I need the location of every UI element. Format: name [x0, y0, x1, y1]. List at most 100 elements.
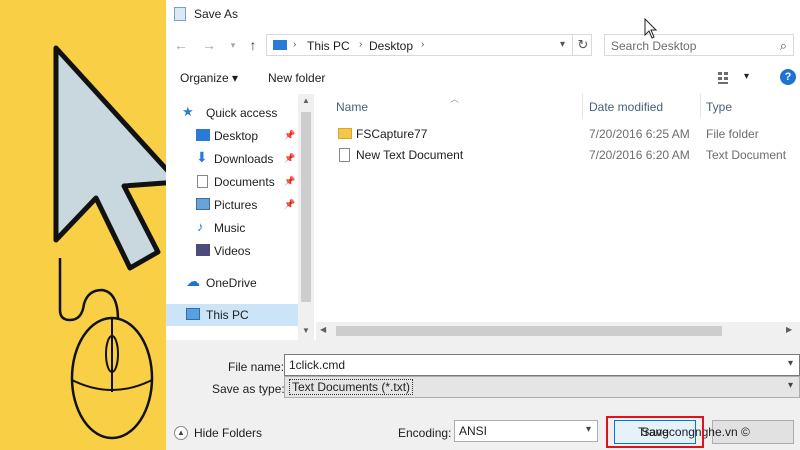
search-placeholder: Search Desktop	[611, 39, 697, 53]
save-as-dialog: Save As ← → ▾ ↑ › This PC › Desktop › ▾ …	[166, 0, 800, 450]
column-header-name[interactable]: Name	[336, 100, 368, 114]
title-bar: Save As	[166, 0, 800, 28]
nav-item-label: Videos	[214, 244, 251, 258]
arrow-left-icon: ←	[174, 37, 188, 53]
file-name-value: 1click.cmd	[289, 358, 346, 372]
help-icon[interactable]: ?	[780, 69, 796, 85]
decorative-panel	[0, 0, 166, 450]
chevron-up-icon: ▲	[174, 426, 188, 440]
videos-icon	[196, 244, 210, 256]
star-icon: ★	[182, 104, 194, 119]
nav-item-label: Pictures	[214, 198, 258, 212]
chevron-down-icon[interactable]: ▾	[788, 358, 793, 369]
file-row[interactable]: New Text Document 7/20/2016 6:20 AM Text…	[332, 145, 792, 165]
arrow-right-icon: →	[202, 37, 216, 53]
encoding-label: Encoding:	[398, 426, 452, 440]
nav-item-label: OneDrive	[206, 276, 257, 290]
file-type: File folder	[706, 127, 759, 141]
nav-item-desktop[interactable]: Desktop 📌	[166, 125, 312, 147]
documents-icon	[197, 175, 208, 188]
pictures-icon	[196, 198, 210, 210]
scroll-left-icon[interactable]: ◀	[320, 325, 326, 334]
search-input[interactable]: Search Desktop ⌕	[604, 34, 794, 56]
search-icon: ⌕	[779, 38, 787, 53]
computer-icon	[273, 40, 287, 50]
column-header-type[interactable]: Type	[706, 100, 732, 114]
scrollbar-thumb[interactable]	[301, 112, 311, 302]
hide-folders-label: Hide Folders	[194, 426, 263, 440]
nav-item-label: Documents	[214, 175, 275, 189]
arrow-cursor-icon	[53, 45, 166, 271]
scrollbar-thumb[interactable]	[336, 326, 722, 336]
refresh-button[interactable]: ↻	[572, 34, 593, 56]
nav-item-onedrive[interactable]: ☁ OneDrive	[166, 272, 312, 294]
nav-item-videos[interactable]: Videos	[166, 240, 312, 262]
back-button[interactable]: ←	[172, 36, 190, 54]
encoding-value: ANSI	[459, 424, 488, 438]
nav-item-pictures[interactable]: Pictures 📌	[166, 194, 312, 216]
file-name-input[interactable]: 1click.cmd ▾	[284, 354, 800, 376]
computer-icon	[186, 308, 200, 320]
navigation-pane: ★ Quick access Desktop 📌 ⬇ Downloads 📌 D…	[166, 94, 312, 340]
file-list: ︿ Name Date modified Type FSCapture77 7/…	[316, 94, 800, 340]
download-icon: ⬇	[196, 149, 208, 165]
arrow-up-icon: ↑	[249, 37, 257, 53]
chevron-down-icon[interactable]: ▾	[788, 380, 793, 391]
music-icon: ♪	[197, 219, 204, 234]
scroll-up-icon[interactable]: ▲	[298, 96, 314, 105]
recent-locations-button[interactable]: ▾	[224, 36, 242, 54]
chevron-down-icon[interactable]: ▾	[586, 424, 591, 435]
nav-item-downloads[interactable]: ⬇ Downloads 📌	[166, 148, 312, 170]
address-dropdown-icon[interactable]: ▾	[560, 39, 565, 50]
nav-scrollbar[interactable]: ▲ ▼	[298, 94, 314, 340]
nav-item-label: Quick access	[206, 106, 278, 120]
save-button-highlight	[606, 416, 704, 448]
file-list-hscrollbar[interactable]: ◀ ▶	[316, 322, 800, 340]
breadcrumb-desktop[interactable]: Desktop	[369, 39, 413, 53]
nav-item-quick-access[interactable]: ★ Quick access	[166, 102, 312, 124]
file-row[interactable]: FSCapture77 7/20/2016 6:25 AM File folde…	[332, 124, 792, 144]
nav-item-this-pc[interactable]: This PC	[166, 304, 298, 326]
pin-icon: 📌	[284, 153, 296, 163]
address-bar[interactable]: › This PC › Desktop › ▾	[266, 34, 592, 56]
file-type: Text Document	[706, 148, 787, 162]
nav-item-label: Downloads	[214, 152, 274, 166]
scroll-right-icon[interactable]: ▶	[786, 325, 792, 334]
save-type-select[interactable]: Text Documents (*.txt) ▾	[284, 376, 800, 398]
save-type-value: Text Documents (*.txt)	[289, 379, 414, 395]
nav-item-documents[interactable]: Documents 📌	[166, 171, 312, 193]
file-name-label: File name:	[228, 360, 285, 374]
cloud-icon: ☁	[186, 273, 200, 289]
view-dropdown-icon[interactable]: ▾	[744, 71, 749, 82]
forward-button[interactable]: →	[200, 36, 218, 54]
text-file-icon	[339, 148, 350, 162]
command-toolbar: Organize ▾ New folder ▾ ?	[166, 64, 800, 92]
view-options-icon[interactable]	[718, 72, 734, 84]
nav-item-label: This PC	[206, 308, 249, 322]
chevron-right-icon: ›	[359, 39, 363, 50]
column-header-date[interactable]: Date modified	[589, 100, 663, 114]
encoding-select[interactable]: ANSI ▾	[454, 420, 598, 442]
chevron-right-icon: ›	[421, 39, 425, 50]
pin-icon: 📌	[284, 130, 296, 140]
pin-icon: 📌	[284, 199, 296, 209]
file-date: 7/20/2016 6:25 AM	[589, 127, 690, 141]
file-name: FSCapture77	[356, 127, 428, 141]
save-options-panel: File name: 1click.cmd ▾ Save as type: Te…	[166, 340, 800, 450]
save-document-icon	[174, 7, 186, 21]
scroll-down-icon[interactable]: ▼	[298, 326, 314, 335]
nav-item-label: Desktop	[214, 129, 259, 143]
breadcrumb-this-pc[interactable]: This PC	[307, 39, 350, 53]
chevron-down-icon: ▾	[230, 40, 236, 50]
address-row: ← → ▾ ↑ › This PC › Desktop › ▾ ↻ Search…	[166, 32, 800, 58]
save-type-label: Save as type:	[212, 382, 285, 396]
chevron-right-icon: ›	[293, 39, 297, 50]
up-button[interactable]: ↑	[244, 36, 262, 54]
mouse-pointer-icon	[644, 18, 658, 39]
new-folder-button[interactable]: New folder	[268, 71, 325, 85]
refresh-icon: ↻	[577, 37, 589, 52]
nav-item-label: Music	[214, 221, 246, 235]
nav-item-music[interactable]: ♪ Music	[166, 217, 312, 239]
mouse-cable	[58, 258, 120, 322]
organize-button[interactable]: Organize ▾	[180, 71, 238, 85]
